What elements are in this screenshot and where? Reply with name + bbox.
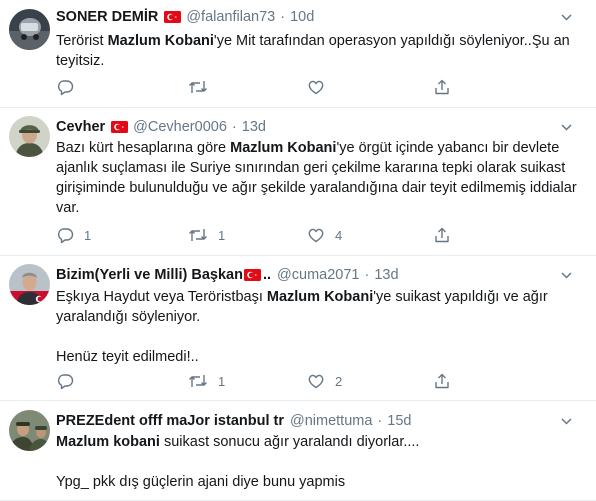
text-fragment: Henüz teyit edilmedi!.. [56,349,199,365]
avatar[interactable] [9,264,50,305]
highlighted-term: Mazlum kobani [56,434,160,450]
display-name[interactable]: PREZEdent offf maJor istanbul tr [56,413,284,429]
share-icon [433,226,451,244]
tweet[interactable]: Bizim(Yerli ve Milli) Başkan .. @cuma207… [0,256,596,401]
text-fragment: Bazı kürt hesaplarına göre [56,140,231,156]
separator-dot: · [231,119,237,135]
tweet[interactable]: PREZEdent offf maJor istanbul tr @nimett… [0,401,596,501]
like-button[interactable] [307,77,417,97]
timestamp[interactable]: 15d [387,413,411,429]
text-fragment: Ypg_ pkk dış güçlerin ajani diye bunu ya… [56,474,346,490]
highlighted-term: Mazlum Kobani [107,33,214,49]
tweet-paragraph: Ypg_ pkk dış güçlerin ajani diye bunu ya… [56,472,582,492]
caret-down-icon[interactable] [560,7,572,27]
caret-down-icon[interactable] [560,411,572,431]
tweet-actions: 1 1 4 [56,225,486,245]
text-fragment: Eşkıya Haydut veya Teröristbaşı [56,289,267,305]
user-handle[interactable]: @falanfilan73 [186,9,275,25]
caret-down-icon[interactable] [560,265,572,285]
tweet[interactable]: Cevher @Cevher0006 · 13d Bazı kürt hesap… [0,108,596,256]
reply-icon [56,226,74,244]
timestamp[interactable]: 13d [242,119,266,135]
retweet-icon [188,226,208,244]
avatar[interactable] [9,9,50,50]
display-name[interactable]: Cevher [56,119,105,135]
share-button[interactable] [433,371,453,391]
share-button[interactable] [433,225,453,245]
caret-down-icon[interactable] [560,117,572,137]
timestamp[interactable]: 10d [290,9,314,25]
highlighted-term: Mazlum Kobani [266,289,374,305]
tweet-paragraph: Mazlum kobani suikast sonucu ağır yarala… [56,432,582,452]
reply-count: 1 [84,227,92,243]
reply-button[interactable] [56,371,156,391]
retweet-icon [188,372,208,390]
avatar[interactable] [9,410,50,451]
name-ellipsis: .. [262,267,272,283]
like-count: 2 [335,373,343,389]
tweet[interactable]: SONER DEMİR @falanfilan73 · 10d Terörist… [0,0,596,108]
like-icon [307,372,325,390]
like-button[interactable]: 4 [307,225,417,245]
display-name[interactable]: SONER DEMİR [56,9,158,25]
tweet-actions [56,77,486,97]
turkey-flag-icon [111,121,129,133]
like-icon [307,78,325,96]
tweet-paragraph: Terörist Mazlum Kobani'ye Mit tarafından… [56,31,582,71]
text-fragment: suikast sonucu ağır yaralandı diyorlar..… [159,434,420,450]
separator-dot: · [377,413,383,429]
retweet-button[interactable] [188,77,298,97]
avatar[interactable] [9,116,50,157]
tweet-text: Terörist Mazlum Kobani'ye Mit tarafından… [56,31,582,71]
tweet-paragraph: Bazı kürt hesaplarına göre Mazlum Kobani… [56,138,582,218]
tweet-actions: 1 2 [56,371,486,391]
highlighted-term: Mazlum Kobani [230,140,337,156]
share-button[interactable] [433,77,453,97]
retweet-button[interactable]: 1 [188,225,298,245]
like-button[interactable]: 2 [307,371,417,391]
reply-icon [56,372,74,390]
tweet-paragraph: Eşkıya Haydut veya Teröristbaşı Mazlum K… [56,287,582,327]
turkey-flag-icon [164,11,182,23]
retweet-button[interactable]: 1 [188,371,298,391]
like-icon [307,226,325,244]
display-name[interactable]: Bizim(Yerli ve Milli) Başkan [56,267,243,283]
tweet-paragraph: Henüz teyit edilmedi!.. [56,347,582,367]
turkey-flag-icon [243,269,261,281]
tweet-text: Eşkıya Haydut veya Teröristbaşı Mazlum K… [56,287,582,367]
reply-button[interactable] [56,77,156,97]
user-handle[interactable]: @Cevher0006 [133,119,227,135]
share-icon [433,372,451,390]
timestamp[interactable]: 13d [374,267,398,283]
like-count: 4 [335,227,343,243]
tweet-text: Mazlum kobani suikast sonucu ağır yarala… [56,432,582,492]
user-handle[interactable]: @nimettuma [290,413,372,429]
retweet-icon [188,78,208,96]
separator-dot: · [364,267,370,283]
user-handle[interactable]: @cuma2071 [277,267,359,283]
text-fragment: Terörist [56,33,108,49]
reply-icon [56,78,74,96]
retweet-count: 1 [218,373,226,389]
tweet-text: Bazı kürt hesaplarına göre Mazlum Kobani… [56,138,582,218]
reply-button[interactable]: 1 [56,225,156,245]
separator-dot: · [280,9,286,25]
share-icon [433,78,451,96]
retweet-count: 1 [218,227,226,243]
